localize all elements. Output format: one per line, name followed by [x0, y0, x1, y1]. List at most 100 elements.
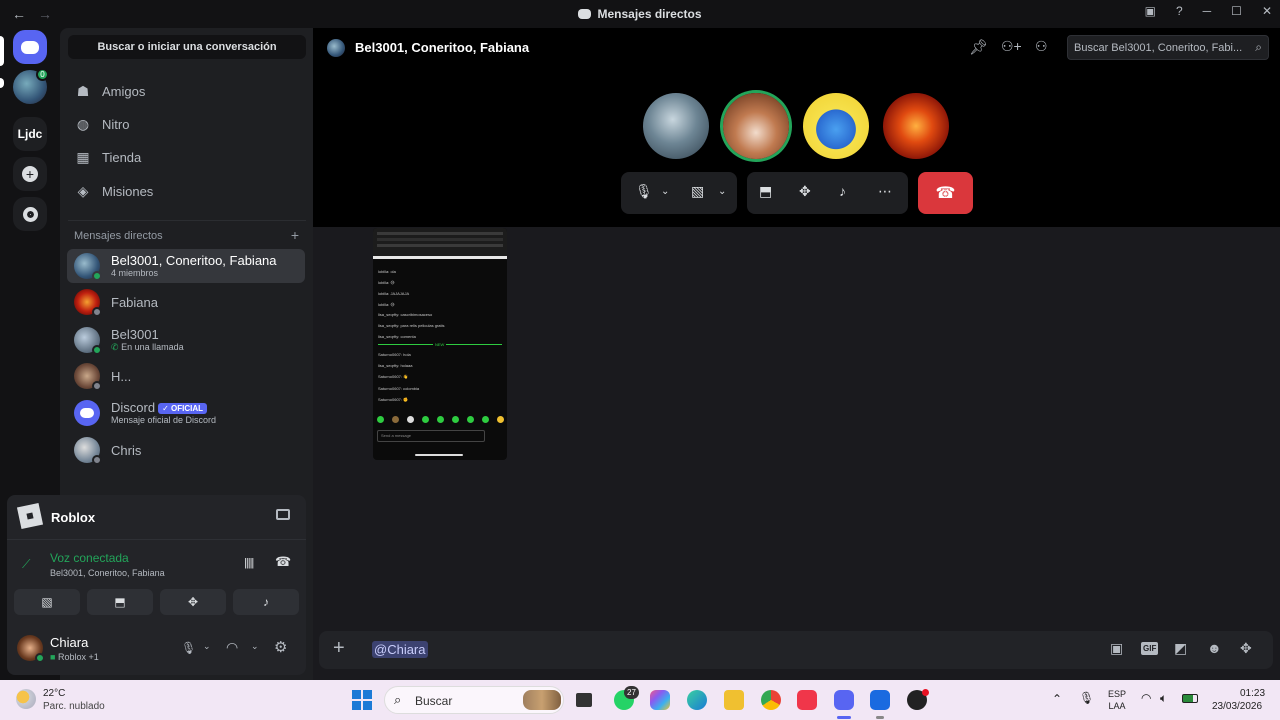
maximize-button[interactable]: ☐: [1231, 4, 1242, 18]
compass-icon: [22, 206, 38, 222]
emoji-icon[interactable]: ☻: [1207, 640, 1222, 656]
volume-icon[interactable]: 🔈︎: [1160, 691, 1167, 706]
voice-channel-label[interactable]: Bel3001, Coneritoo, Fabiana: [50, 568, 165, 578]
activities-icon[interactable]: ✥: [799, 183, 811, 200]
chat-line: lisa_seqrfty: cascribimosaceso: [378, 312, 433, 317]
chat-search-input[interactable]: Buscar Bel3001, Coneritoo, Fabi... ⌕: [1067, 35, 1269, 60]
search-placeholder: Buscar Bel3001, Coneritoo, Fabi...: [1074, 42, 1243, 54]
dm-name: Bel3001, Coneritoo, Fabiana: [111, 253, 277, 268]
chevron-down-icon[interactable]: ⌄: [251, 641, 259, 652]
attach-plus-icon[interactable]: +: [333, 637, 345, 660]
soundboard-button[interactable]: ♪: [233, 589, 299, 615]
soundboard-icon[interactable]: ♪: [839, 183, 846, 199]
language-indicator[interactable]: ESP LAA: [1108, 688, 1126, 712]
nav-friends[interactable]: ☗ Amigos: [68, 76, 306, 106]
search-icon: ⌕: [394, 692, 402, 707]
more-options-icon[interactable]: ⋯: [878, 183, 892, 200]
weather-temp[interactable]: 22°C: [43, 688, 65, 699]
edge-icon[interactable]: [687, 690, 707, 710]
add-server-button[interactable]: +: [13, 157, 47, 191]
status-online-indicator: [92, 271, 102, 281]
activities-button[interactable]: ✥: [160, 589, 226, 615]
chevron-down-icon[interactable]: ⌄: [203, 641, 211, 652]
tray-chevron-icon[interactable]: ⌃: [1052, 692, 1062, 706]
dm-item-discord[interactable]: Discord ✓ OFICIAL Mensaje oficial de Disc…: [67, 396, 305, 430]
weather-icon[interactable]: [16, 689, 36, 709]
members-icon[interactable]: ⚇: [1035, 38, 1048, 55]
screen-share-icon[interactable]: ⬒: [759, 183, 772, 200]
weather-desc[interactable]: Parc. nublado: [43, 701, 105, 712]
chat-line: lisa_seqrfty: para relis peliculas grati…: [378, 323, 445, 328]
end-call-button[interactable]: ☎: [918, 172, 973, 214]
clock-time[interactable]: 01:23: [1240, 688, 1265, 699]
tray-microphone-icon[interactable]: 🎙︎: [1079, 691, 1094, 705]
main-chat-area: Bel3001, Coneritoo, Fabiana 📌︎ ⚇+ ⚇ Busc…: [313, 28, 1280, 680]
dm-name: H...: [111, 369, 132, 384]
explore-button[interactable]: [13, 197, 47, 231]
shared-image-attachment[interactable]: lobilla: ola lobilla: 😅 lobilla: JAJAJAJ…: [373, 228, 507, 460]
battery-icon[interactable]: [1182, 694, 1198, 703]
plus-icon: +: [22, 166, 38, 182]
call-participant-avatar[interactable]: [643, 93, 709, 159]
find-conversation-button[interactable]: Buscar o iniciar una conversación: [68, 35, 306, 59]
close-button[interactable]: ✕: [1262, 4, 1272, 18]
message-composer[interactable]: + @Chiara ▣ GIF ◩ ☻ ✥: [319, 631, 1273, 669]
start-windows-icon[interactable]: [352, 690, 372, 710]
avatar: [74, 400, 100, 426]
nav-shop[interactable]: ▦ Tienda: [68, 142, 306, 172]
send-placeholder: Send a message: [381, 433, 412, 438]
taskbar-search-box[interactable]: ⌕ Buscar: [384, 686, 564, 714]
call-participant-avatar[interactable]: [883, 93, 949, 159]
call-participant-avatar[interactable]: [803, 93, 869, 159]
apps-icon[interactable]: ✥: [1240, 640, 1252, 657]
help-icon[interactable]: ?: [1176, 4, 1183, 18]
gif-icon[interactable]: GIF: [1141, 642, 1159, 655]
music-icon[interactable]: [797, 690, 817, 710]
dm-item-chris[interactable]: Chris: [67, 433, 305, 467]
wifi-icon[interactable]: ◠: [1141, 691, 1151, 705]
dm-item-group[interactable]: Bel3001, Coneritoo, Fabiana 4 miembros: [67, 249, 305, 283]
microphone-icon[interactable]: 🎙︎: [635, 183, 653, 200]
nav-quests[interactable]: ◈ Misiones: [68, 176, 306, 206]
dm-subtitle: ✆ En una llamada: [111, 342, 184, 353]
minimize-button[interactable]: ─: [1203, 4, 1212, 18]
chevron-down-icon[interactable]: ⌄: [718, 186, 726, 197]
sticker-icon[interactable]: ◩: [1174, 640, 1187, 657]
search-highlight-image: [523, 690, 561, 710]
create-dm-plus-icon[interactable]: +: [291, 227, 299, 243]
activity-row[interactable]: Roblox: [7, 495, 306, 540]
settings-gear-icon[interactable]: ⚙: [274, 638, 287, 656]
roblox-taskbar-icon[interactable]: [870, 690, 890, 710]
noise-suppression-icon[interactable]: |||||: [244, 557, 254, 569]
dm-item-bel3001[interactable]: Bel3001 ✆ En una llamada: [67, 323, 305, 357]
chrome-icon[interactable]: [761, 690, 781, 710]
chevron-down-icon[interactable]: ⌄: [661, 186, 669, 197]
dm-group-avatar[interactable]: 0: [13, 68, 49, 104]
disconnect-icon[interactable]: ☎: [275, 554, 291, 570]
dm-item-h[interactable]: H...: [67, 359, 305, 393]
pin-icon[interactable]: 📌︎: [969, 38, 988, 56]
copilot-icon[interactable]: [650, 690, 670, 710]
file-explorer-icon[interactable]: [724, 690, 744, 710]
camera-off-button[interactable]: ▧: [14, 589, 80, 615]
screen-share-icon[interactable]: [276, 509, 290, 520]
add-friends-icon[interactable]: ⚇+: [1001, 38, 1022, 55]
headphones-icon[interactable]: ◠: [226, 639, 238, 656]
dm-name: Chris: [111, 443, 142, 458]
call-participant-avatar[interactable]: [723, 93, 789, 159]
discord-taskbar-icon[interactable]: [834, 690, 854, 710]
direct-messages-home[interactable]: [13, 30, 47, 64]
composer-mention[interactable]: @Chiara: [372, 641, 428, 658]
nav-nitro[interactable]: ◍ Nitro: [68, 109, 306, 139]
screen-share-button[interactable]: ⬒: [87, 589, 153, 615]
voice-connected-label[interactable]: Voz conectada: [50, 551, 129, 565]
server-ljdc[interactable]: Ljdc: [13, 117, 47, 151]
microphone-icon[interactable]: 🎙︎: [181, 641, 196, 655]
clock-date[interactable]: 23/03/2026: [1212, 701, 1262, 712]
task-view-icon[interactable]: [576, 693, 592, 707]
inbox-icon[interactable]: ▣: [1145, 4, 1156, 18]
gift-icon[interactable]: ▣: [1110, 640, 1123, 657]
username[interactable]: Chiara: [50, 635, 88, 650]
camera-off-icon[interactable]: ▧: [691, 183, 704, 200]
dm-item-fabiana[interactable]: Fabiana: [67, 285, 305, 319]
